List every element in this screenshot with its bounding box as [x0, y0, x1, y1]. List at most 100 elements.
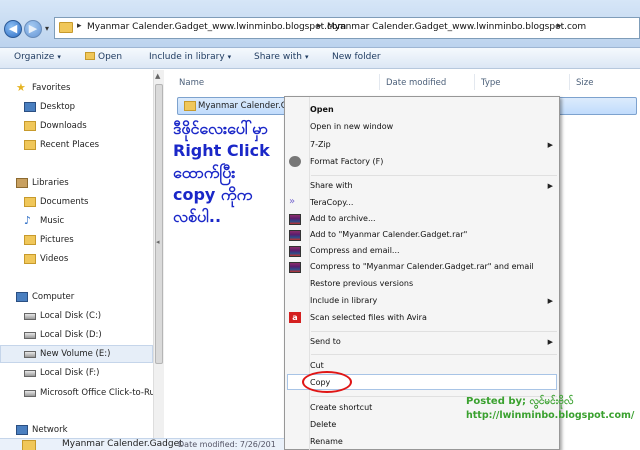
nav-favorites[interactable]: Favorites — [32, 83, 70, 93]
menu-item-format-factory[interactable]: Format Factory (F) — [310, 157, 383, 166]
annotation-line: copy ကိုက — [173, 185, 253, 204]
menu-item-open[interactable]: Open — [310, 105, 334, 114]
breadcrumb-separator[interactable]: ▸ — [317, 21, 322, 31]
nav-local-disk-c[interactable]: Local Disk (C:) — [40, 311, 101, 321]
posted-by-credit: Posted by; လွင်မင်းဗိုလ် — [466, 396, 574, 407]
nav-computer[interactable]: Computer — [32, 292, 74, 302]
blog-url: http://lwinminbo.blogspot.com/ — [466, 410, 635, 421]
breadcrumb-item[interactable]: Myanmar Calender.Gadget_www.lwinminbo.bl… — [87, 22, 346, 32]
menu-item-include-in-library[interactable]: Include in library — [310, 296, 377, 305]
address-bar: ◀ ▶ ▾ ▸ Myanmar Calender.Gadget_www.lwin… — [0, 0, 640, 48]
avira-icon: a — [289, 312, 301, 323]
column-header-size[interactable]: Size — [576, 78, 593, 88]
annotation-line: ဒီဖိုင်လေးပေါ်မှာ — [173, 119, 268, 138]
nav-local-disk-d[interactable]: Local Disk (D:) — [40, 330, 102, 340]
organize-label: Organize — [14, 52, 55, 62]
menu-item-delete[interactable]: Delete — [310, 420, 336, 429]
menu-item-send-to[interactable]: Send to — [310, 337, 341, 346]
nav-documents[interactable]: Documents — [40, 197, 88, 207]
desktop-icon — [24, 102, 36, 112]
teracopy-icon: » — [289, 196, 296, 207]
menu-item-share-with[interactable]: Share with — [310, 181, 353, 190]
winrar-icon — [289, 262, 301, 273]
navigation-pane: ★ Favorites Desktop Downloads Recent Pla… — [0, 70, 160, 438]
chevron-down-icon: ▾ — [304, 53, 309, 61]
folder-icon — [22, 440, 36, 450]
drive-icon — [24, 390, 36, 397]
submenu-arrow-icon: ▶ — [547, 141, 553, 149]
nav-music[interactable]: Music — [40, 216, 64, 226]
submenu-arrow-icon: ▶ — [547, 297, 553, 305]
annotation-line: လစ်ပါ.. — [173, 207, 222, 226]
column-header-name[interactable]: Name — [179, 78, 204, 88]
details-file-name: Myanmar Calender.Gadget — [62, 439, 183, 449]
menu-item-add-to-rar[interactable]: Add to "Myanmar Calender.Gadget.rar" — [310, 230, 467, 239]
nav-videos[interactable]: Videos — [40, 254, 68, 264]
column-divider[interactable] — [379, 74, 380, 90]
menu-item-compress-rar-email[interactable]: Compress to "Myanmar Calender.Gadget.rar… — [310, 262, 534, 271]
drive-icon — [24, 313, 36, 320]
menu-item-scan-avira[interactable]: Scan selected files with Avira — [310, 313, 427, 322]
menu-separator — [311, 175, 557, 176]
menu-item-open-new-window[interactable]: Open in new window — [310, 122, 393, 131]
submenu-arrow-icon: ▶ — [547, 338, 553, 346]
nav-network[interactable]: Network — [32, 425, 68, 435]
recent-pages-chevron-icon[interactable]: ▾ — [45, 24, 49, 33]
file-name: Myanmar Calender.Gad — [198, 101, 298, 111]
nav-pictures[interactable]: Pictures — [40, 235, 74, 245]
annotation-line: ထောက်ပြီး — [173, 163, 236, 182]
new-folder-button[interactable]: New folder — [332, 52, 381, 62]
column-divider[interactable] — [474, 74, 475, 90]
menu-item-7zip[interactable]: 7-Zip — [310, 140, 331, 149]
menu-item-teracopy[interactable]: TeraCopy... — [310, 198, 353, 207]
nav-downloads[interactable]: Downloads — [40, 121, 87, 131]
annotation-line: Right Click — [173, 141, 270, 160]
instruction-annotation: ဒီဖိုင်လေးပေါ်မှာ Right Click ထောက်ပြီး … — [173, 118, 283, 228]
winrar-icon — [289, 246, 301, 257]
submenu-arrow-icon: ▶ — [547, 182, 553, 190]
column-header-type[interactable]: Type — [481, 78, 501, 88]
menu-item-add-to-archive[interactable]: Add to archive... — [310, 214, 376, 223]
open-button[interactable]: Open — [85, 52, 122, 62]
back-button[interactable]: ◀ — [4, 20, 22, 38]
format-factory-icon — [289, 156, 301, 167]
nav-new-volume-e[interactable]: New Volume (E:) — [40, 349, 110, 359]
organize-button[interactable]: Organize ▾ — [14, 52, 61, 62]
menu-separator — [311, 331, 557, 332]
menu-icon-gutter — [309, 97, 310, 450]
scrollbar-thumb[interactable] — [155, 84, 163, 364]
nav-office-click-to-run[interactable]: Microsoft Office Click-to-Run — [40, 388, 160, 398]
favorites-star-icon: ★ — [16, 81, 26, 94]
menu-item-create-shortcut[interactable]: Create shortcut — [310, 403, 372, 412]
details-date-modified: Date modified: 7/26/201 — [178, 440, 276, 449]
nav-libraries[interactable]: Libraries — [32, 178, 69, 188]
menu-item-compress-email[interactable]: Compress and email... — [310, 246, 400, 255]
drive-icon — [24, 332, 36, 339]
chevron-down-icon: ▾ — [227, 53, 232, 61]
address-field[interactable]: ▸ Myanmar Calender.Gadget_www.lwinminbo.… — [54, 17, 640, 39]
menu-item-rename[interactable]: Rename — [310, 437, 343, 446]
scroll-up-icon[interactable]: ▲ — [155, 72, 160, 80]
column-header-date-modified[interactable]: Date modified — [386, 78, 446, 88]
breadcrumb-item[interactable]: Myanmar Calender.Gadget_www.lwinminbo.bl… — [327, 22, 586, 32]
nav-scrollbar[interactable]: ▲ ◂ — [153, 70, 164, 438]
computer-icon — [16, 292, 28, 302]
menu-item-restore-previous[interactable]: Restore previous versions — [310, 279, 413, 288]
documents-icon — [24, 197, 36, 207]
folder-open-icon — [85, 52, 95, 60]
nav-local-disk-f[interactable]: Local Disk (F:) — [40, 368, 99, 378]
column-divider[interactable] — [569, 74, 570, 90]
forward-button[interactable]: ▶ — [24, 20, 42, 38]
nav-recent-places[interactable]: Recent Places — [40, 140, 99, 150]
breadcrumb-separator[interactable]: ▸ — [557, 21, 562, 31]
drive-icon — [24, 370, 36, 377]
menu-item-cut[interactable]: Cut — [310, 361, 324, 370]
breadcrumb-separator[interactable]: ▸ — [77, 21, 82, 31]
include-in-library-button[interactable]: Include in library ▾ — [149, 52, 231, 62]
nav-desktop[interactable]: Desktop — [40, 102, 75, 112]
share-with-button[interactable]: Share with ▾ — [254, 52, 308, 62]
recent-places-icon — [24, 140, 36, 150]
copy-highlight-ring — [302, 371, 352, 393]
include-in-library-label: Include in library — [149, 52, 225, 62]
music-note-icon: ♪ — [24, 214, 32, 227]
